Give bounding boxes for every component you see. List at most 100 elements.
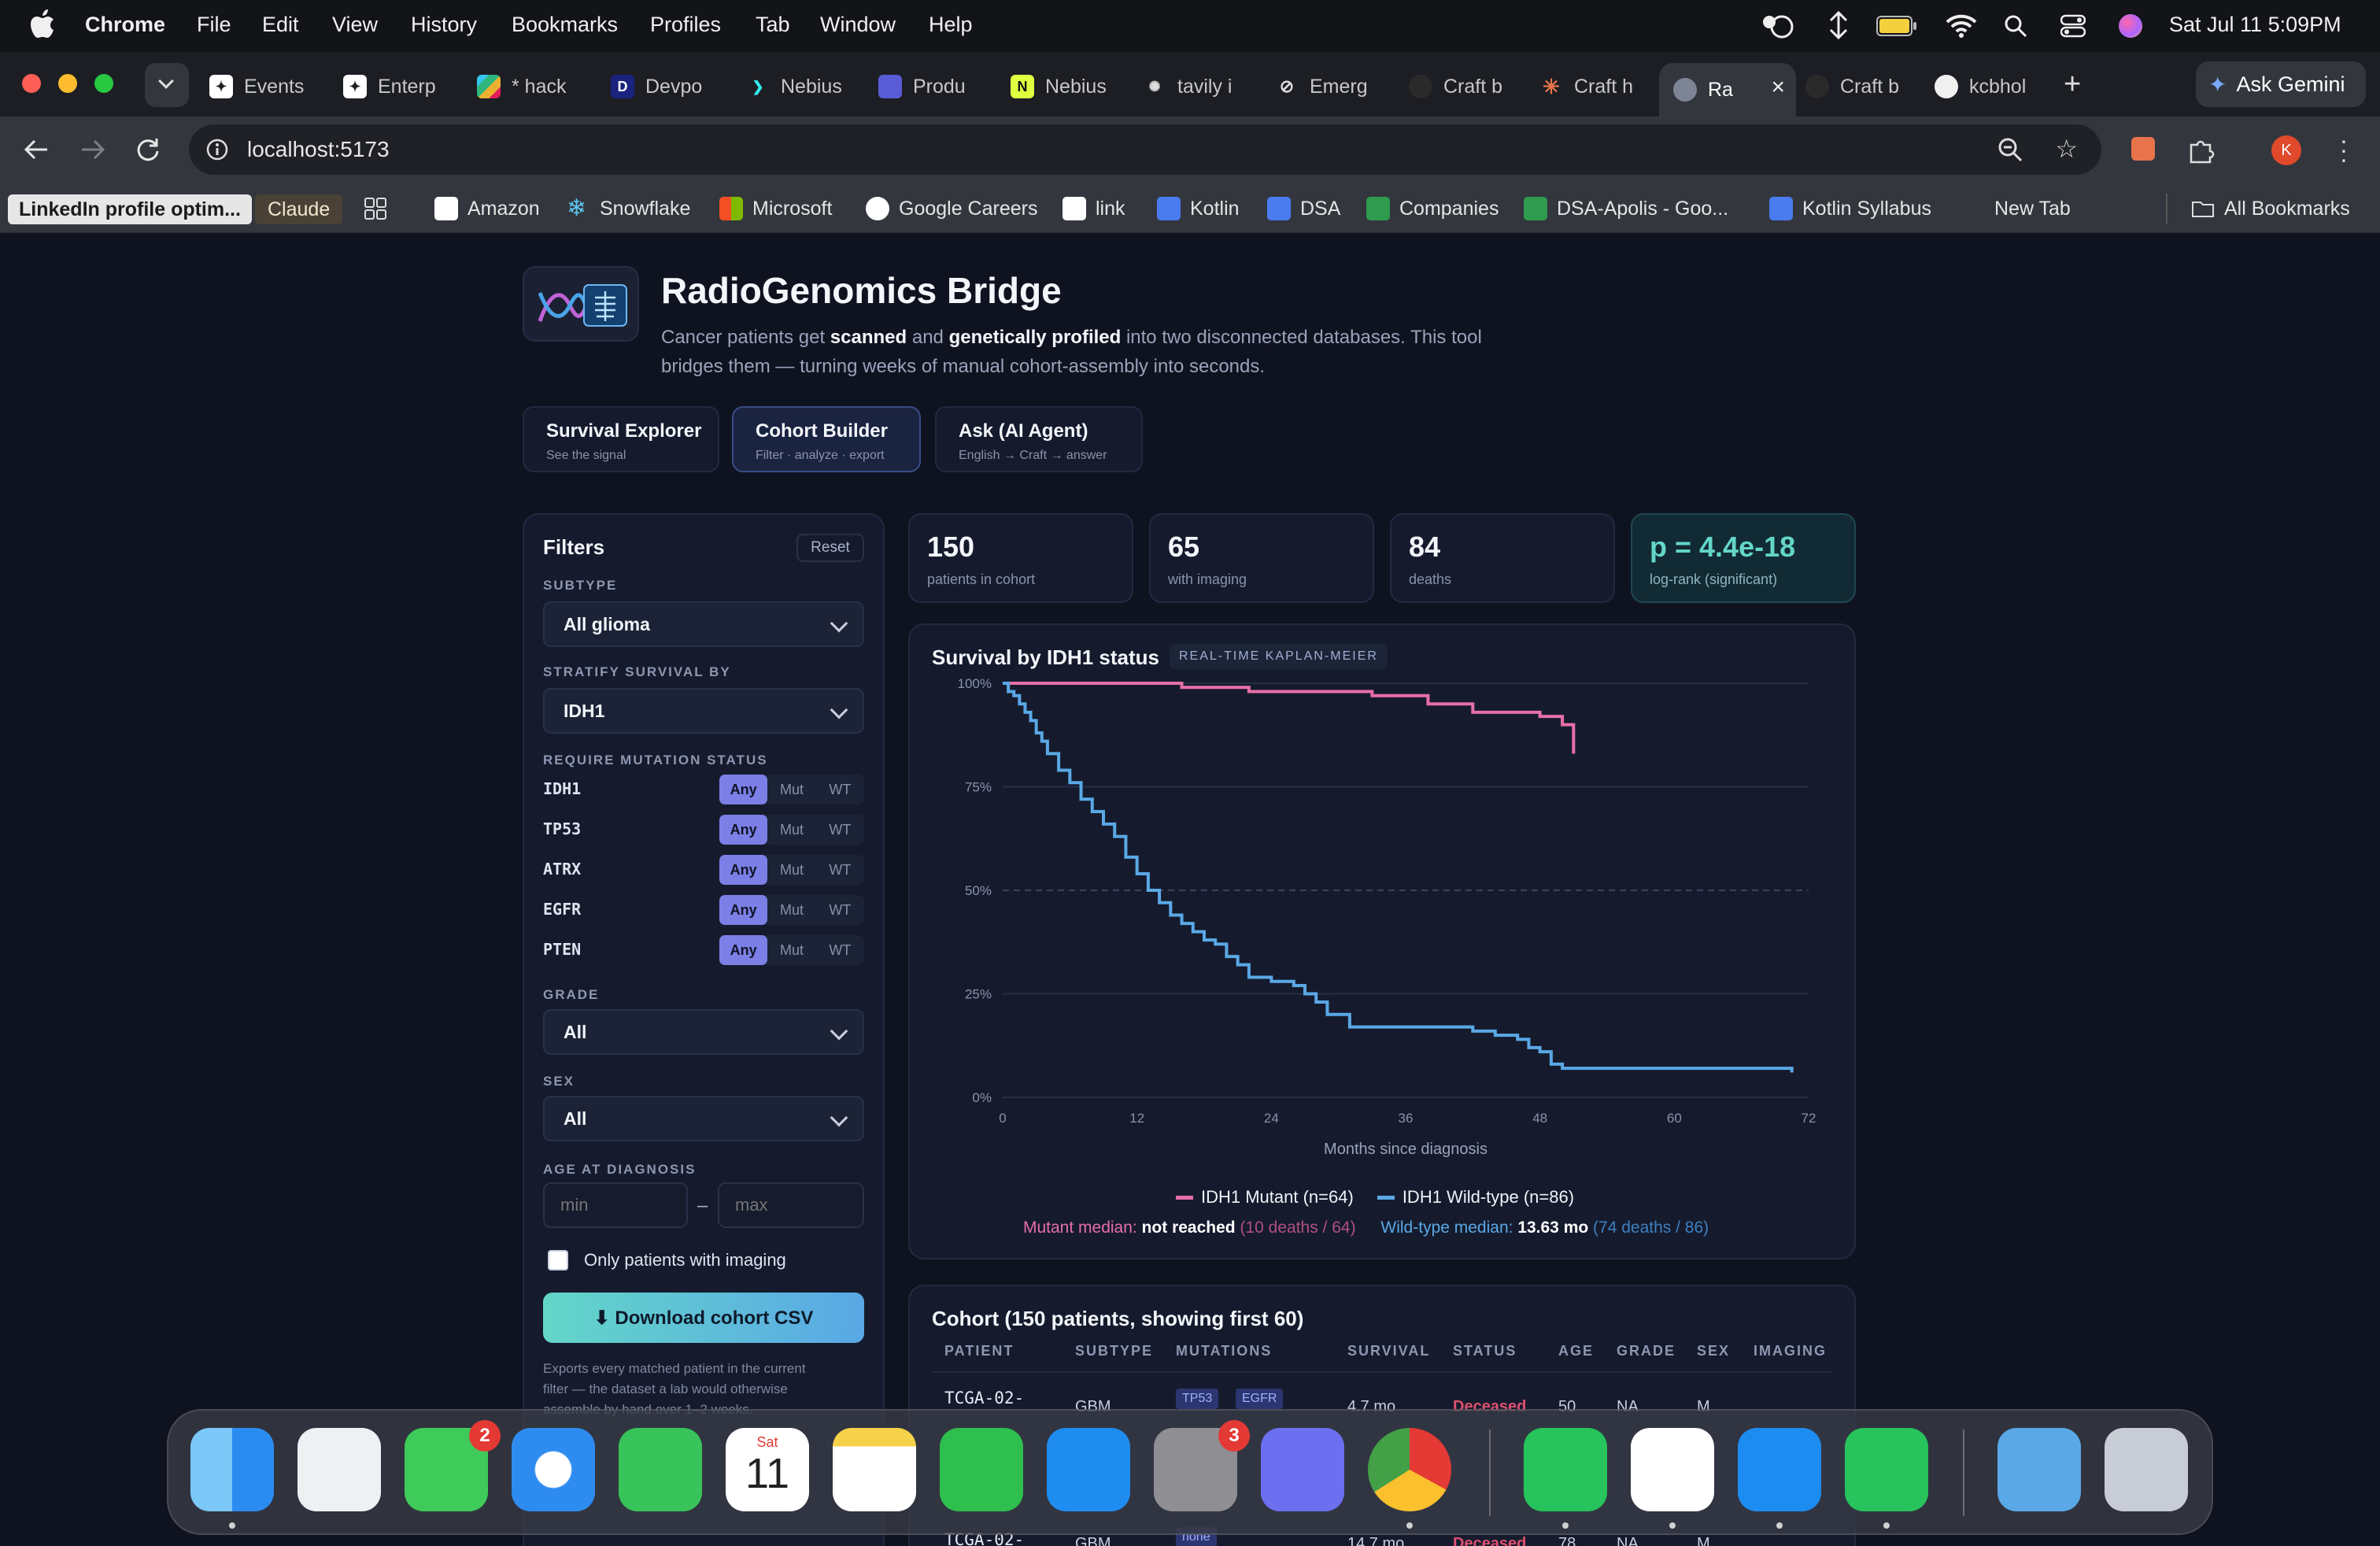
col-grade[interactable]: GRADE <box>1617 1343 1676 1359</box>
bookmark-claude[interactable]: Claude <box>255 194 343 224</box>
col-patient[interactable]: PATIENT <box>944 1343 1014 1359</box>
toggle-mut[interactable]: Mut <box>767 855 815 885</box>
tab-enterp[interactable]: ✦ Enterp <box>343 63 458 110</box>
chrome-icon[interactable] <box>1368 1428 1451 1511</box>
app-store-icon[interactable] <box>1047 1428 1130 1511</box>
apps-grid-icon[interactable] <box>364 197 387 220</box>
bookmark-dsa-apolis[interactable]: DSA-Apolis - Goo... <box>1524 194 1728 223</box>
tab-kcbhol[interactable]: kcbhol <box>1935 63 2037 110</box>
toggle-mut[interactable]: Mut <box>767 895 815 925</box>
tab-events[interactable]: ✦ Events <box>209 63 324 110</box>
profile-avatar[interactable]: K <box>2271 135 2301 165</box>
col-mutations[interactable]: MUTATIONS <box>1176 1343 1272 1359</box>
tab-nebius-2[interactable]: N Nebius <box>1011 63 1113 110</box>
forward-arrow-icon[interactable] <box>80 139 105 161</box>
toggle-mut[interactable]: Mut <box>767 815 815 845</box>
grade-select[interactable]: All <box>543 1009 864 1055</box>
more-menu-icon[interactable]: · · · <box>2336 128 2352 172</box>
whatsapp-beta-icon[interactable] <box>1845 1428 1928 1511</box>
nav-ask-ai-agent[interactable]: Ask (AI Agent) English → Craft → answer <box>935 406 1143 472</box>
vscode-icon[interactable] <box>1631 1428 1714 1511</box>
extensions-puzzle-icon[interactable] <box>2186 135 2215 164</box>
menu-window[interactable]: Window <box>820 13 896 37</box>
menu-bookmarks[interactable]: Bookmarks <box>512 13 618 37</box>
bookmark-star-icon[interactable]: ☆ <box>2055 134 2078 164</box>
bookmark-dsa[interactable]: DSA <box>1267 194 1340 223</box>
launchpad-icon[interactable] <box>298 1428 381 1511</box>
simulator-icon[interactable] <box>1261 1428 1344 1511</box>
menu-file[interactable]: File <box>197 13 231 37</box>
site-info-icon[interactable] <box>206 139 228 161</box>
apple-icon[interactable] <box>30 9 55 39</box>
menu-tab[interactable]: Tab <box>756 13 790 37</box>
ask-gemini-button[interactable]: ✦ Ask Gemini <box>2196 61 2366 107</box>
toggle-any[interactable]: Any <box>719 775 768 804</box>
imaging-only-checkbox[interactable] <box>548 1250 568 1270</box>
tab-craft-b-1[interactable]: Craft b <box>1409 63 1511 110</box>
toggle-mut[interactable]: Mut <box>767 775 815 804</box>
bookmark-link[interactable]: link <box>1062 194 1125 223</box>
battery-icon[interactable] <box>1876 16 1917 36</box>
bookmark-kotlin[interactable]: Kotlin <box>1157 194 1240 223</box>
bookmark-amazon[interactable]: Amazon <box>434 194 540 223</box>
age-max-input[interactable] <box>718 1182 864 1228</box>
tab-nebius-1[interactable]: ❯ Nebius <box>746 63 848 110</box>
sex-select[interactable]: All <box>543 1096 864 1141</box>
tab-hack[interactable]: * hack <box>477 63 592 110</box>
toggle-any[interactable]: Any <box>719 895 768 925</box>
tab-produ[interactable]: Produ <box>878 63 981 110</box>
toggle-wt[interactable]: WT <box>816 855 864 885</box>
tab-tavily[interactable]: ✺ tavily i <box>1143 63 1245 110</box>
nav-cohort-builder[interactable]: Cohort Builder Filter · analyze · export <box>732 406 921 472</box>
window-close-button[interactable] <box>22 74 41 93</box>
tab-emerg[interactable]: ⊘ Emerg <box>1275 63 1377 110</box>
control-center-icon[interactable] <box>2060 14 2086 38</box>
facetime-icon[interactable] <box>619 1428 702 1511</box>
bookmark-kotlin-syllabus[interactable]: Kotlin Syllabus <box>1769 194 1931 223</box>
menu-app-name[interactable]: Chrome <box>85 13 165 37</box>
menu-view[interactable]: View <box>332 13 378 37</box>
tab-radiogenomics[interactable]: Ra × <box>1659 63 1796 117</box>
docker-icon[interactable] <box>1738 1428 1821 1511</box>
col-age[interactable]: AGE <box>1558 1343 1594 1359</box>
calendar-icon[interactable]: Sat 11 <box>726 1428 809 1511</box>
col-sex[interactable]: SEX <box>1697 1343 1730 1359</box>
toggle-any[interactable]: Any <box>719 935 768 965</box>
tab-craft-h[interactable]: ✳ Craft h <box>1539 63 1642 110</box>
bolt-icon[interactable] <box>1828 11 1850 39</box>
menu-edit[interactable]: Edit <box>262 13 299 37</box>
toggle-any[interactable]: Any <box>719 815 768 845</box>
reload-icon[interactable] <box>135 137 161 162</box>
toggle-wt[interactable]: WT <box>816 895 864 925</box>
menu-history[interactable]: History <box>411 13 477 37</box>
finder-icon[interactable] <box>190 1428 274 1511</box>
menu-profiles[interactable]: Profiles <box>650 13 721 37</box>
new-tab-button[interactable]: + <box>2064 68 2081 102</box>
bookmark-linkedin[interactable]: LinkedIn profile optim... <box>8 194 252 224</box>
window-zoom-button[interactable] <box>94 74 113 93</box>
download-csv-button[interactable]: ⬇ Download cohort CSV <box>543 1293 864 1343</box>
safari-icon[interactable] <box>512 1428 595 1511</box>
bookmark-microsoft[interactable]: Microsoft <box>719 194 832 223</box>
bookmark-snowflake[interactable]: ❄ Snowflake <box>567 194 690 223</box>
tab-devpo[interactable]: D Devpo <box>611 63 713 110</box>
col-survival[interactable]: SURVIVAL <box>1347 1343 1430 1359</box>
zoom-icon[interactable] <box>1998 137 2023 162</box>
bookmark-companies[interactable]: Companies <box>1366 194 1499 223</box>
downloads-folder-icon[interactable] <box>1998 1428 2081 1511</box>
toggle-mut[interactable]: Mut <box>767 935 815 965</box>
numbers-icon[interactable] <box>940 1428 1023 1511</box>
screen-record-icon[interactable] <box>1760 11 1796 39</box>
col-subtype[interactable]: SUBTYPE <box>1075 1343 1153 1359</box>
tab-search-button[interactable] <box>145 63 189 107</box>
spotlight-search-icon[interactable] <box>2004 14 2027 38</box>
close-tab-icon[interactable]: × <box>1771 74 1785 101</box>
all-bookmarks-folder[interactable]: All Bookmarks <box>2191 194 2350 223</box>
window-minimize-button[interactable] <box>58 74 77 93</box>
col-imaging[interactable]: IMAGING <box>1754 1343 1827 1359</box>
siri-icon[interactable] <box>2119 14 2142 38</box>
menu-help[interactable]: Help <box>929 13 973 37</box>
toggle-wt[interactable]: WT <box>816 935 864 965</box>
toggle-any[interactable]: Any <box>719 855 768 885</box>
wifi-icon[interactable] <box>1946 13 1977 38</box>
